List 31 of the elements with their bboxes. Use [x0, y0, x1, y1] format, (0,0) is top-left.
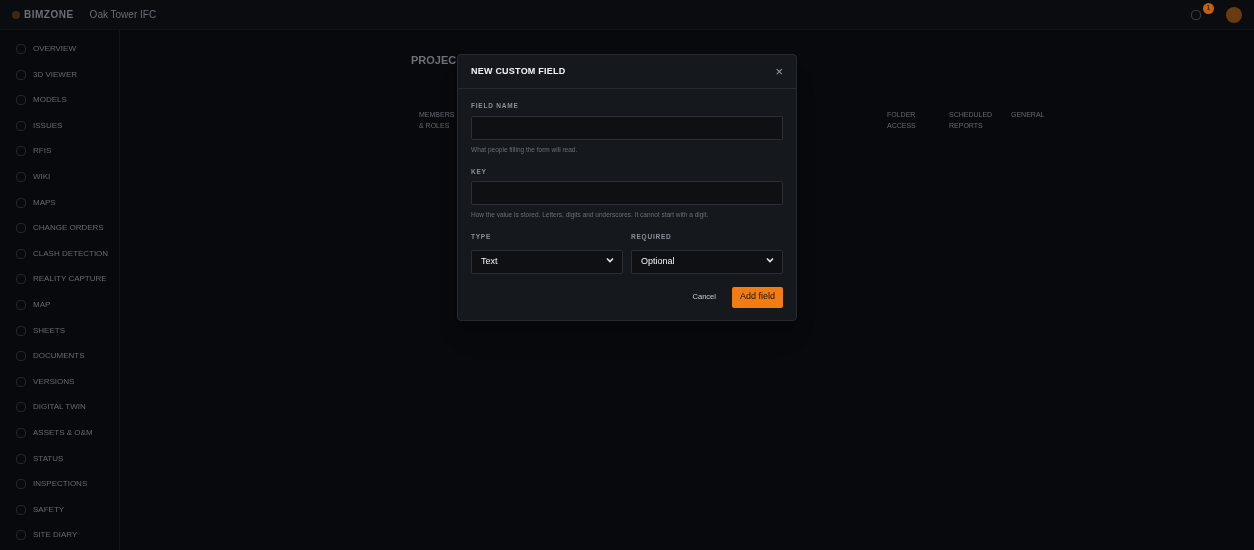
nav-item[interactable]: SITE DIARY: [33, 529, 78, 542]
nav-item[interactable]: VERSIONS: [33, 375, 75, 388]
nav-item[interactable]: ISSUES: [33, 119, 63, 132]
add-field-button[interactable]: Add field: [731, 286, 783, 308]
nav-item[interactable]: SHEETS: [33, 324, 65, 337]
nav-item[interactable]: DIGITAL TWIN: [33, 401, 86, 414]
nav-item[interactable]: OVERVIEW: [33, 43, 76, 55]
nav-item[interactable]: MAP: [33, 298, 51, 311]
nav-item[interactable]: CLASH DETECTION: [33, 247, 109, 260]
nav-item[interactable]: SAFETY: [33, 503, 65, 516]
nav-item[interactable]: MODELS: [33, 94, 67, 107]
nav-item[interactable]: 3D VIEWER: [33, 68, 77, 81]
nav-item[interactable]: INSPECTIONS: [33, 478, 88, 491]
page-title: PROJEC: [411, 53, 457, 68]
nav-item[interactable]: DOCUMENTS: [33, 350, 85, 363]
avatar[interactable]: [1226, 6, 1242, 23]
project-name: Oak Tower IFC: [89, 8, 157, 22]
nav-item[interactable]: REALITY CAPTURE: [33, 273, 107, 286]
nav-item[interactable]: MAPS: [33, 196, 56, 209]
nav-item[interactable]: STATUS: [33, 452, 64, 465]
dialog-title: NEW CUSTOM FIELD: [471, 64, 566, 78]
nav-item[interactable]: CHANGE ORDERS: [33, 222, 104, 235]
nav-item[interactable]: ASSETS & O&M: [33, 426, 93, 439]
nav-item[interactable]: WIKI: [33, 170, 51, 183]
close-button[interactable]: ×: [775, 65, 783, 78]
input-field[interactable]: [471, 115, 783, 140]
dropdown-select[interactable]: Text: [471, 249, 623, 274]
dropdown-select[interactable]: Optional: [631, 249, 783, 274]
input-field[interactable]: [471, 181, 783, 206]
nav-item[interactable]: RFIS: [33, 145, 52, 158]
brand-name: BIMZONE: [24, 8, 74, 22]
